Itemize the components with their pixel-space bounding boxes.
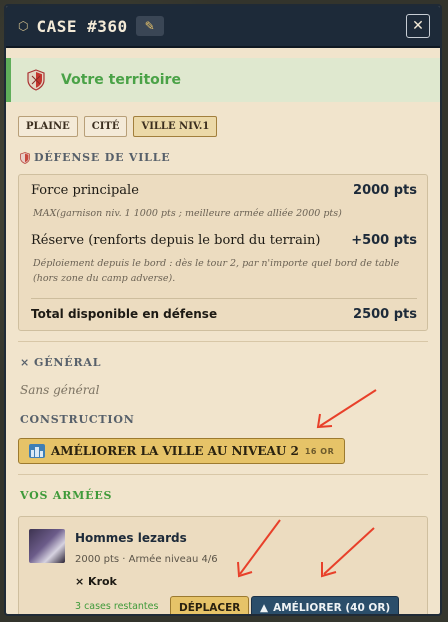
- triangle-up-icon: ▲: [260, 602, 269, 614]
- tag-plaine: PLAINE: [18, 116, 78, 137]
- reserve-label: Réserve (renforts depuis le bord du terr…: [31, 233, 321, 248]
- army-general-name: Krok: [88, 575, 117, 588]
- reserve-value: +500 pts: [351, 233, 417, 248]
- tag-cite: CITÉ: [83, 116, 128, 137]
- pencil-icon: ✎: [144, 19, 155, 33]
- close-icon: ✕: [412, 18, 424, 34]
- territory-banner: Votre territoire: [6, 58, 440, 102]
- main-force-note: MAX(garnison niv. 1 1000 pts ; meilleure…: [33, 208, 342, 219]
- shield-icon: [27, 69, 45, 91]
- upgrade-army-button[interactable]: ▲ AMÉLIORER (40 OR): [251, 596, 400, 614]
- move-army-label: DÉPLACER: [179, 602, 241, 614]
- reserve-note: Déploiement depuis le bord : dès le tour…: [33, 258, 400, 284]
- general-section-title: × GÉNÉRAL: [20, 356, 440, 369]
- main-force-value: 2000 pts: [353, 183, 417, 198]
- shield-small-icon: [20, 151, 30, 164]
- annotation-arrow: [321, 527, 375, 578]
- general-title-text: GÉNÉRAL: [34, 356, 102, 369]
- upgrade-city-cost: 16 OR: [304, 446, 335, 456]
- reserve-row: Réserve (renforts depuis le bord du terr…: [31, 233, 417, 248]
- defense-section-title: DÉFENSE DE VILLE: [20, 151, 440, 164]
- annotation-arrow: [316, 389, 377, 429]
- close-button[interactable]: ✕: [406, 14, 430, 38]
- construction-title-text: CONSTRUCTION: [20, 413, 135, 426]
- armies-section-title: VOS ARMÉES: [20, 489, 440, 502]
- total-row: Total disponible en défense 2500 pts: [31, 298, 417, 322]
- defense-box: Force principale 2000 pts MAX(garnison n…: [18, 174, 428, 331]
- army-remaining-moves: 3 cases restantes: [75, 601, 159, 612]
- total-label: Total disponible en défense: [31, 307, 218, 321]
- main-force-label: Force principale: [31, 183, 139, 198]
- upgrade-army-label: AMÉLIORER (40 OR): [273, 602, 391, 614]
- cross-icon: ×: [75, 575, 89, 588]
- army-name: Hommes lezards: [75, 531, 187, 545]
- main-force-row: Force principale 2000 pts: [31, 183, 417, 198]
- army-general: × Krok: [75, 575, 117, 588]
- case-panel: ⬡ CASE #360 ✎ ✕ Votre territoire PLAINE …: [4, 4, 442, 616]
- divider: [18, 341, 428, 342]
- annotation-arrow: [237, 519, 281, 578]
- city-icon: [29, 444, 45, 458]
- case-title: CASE #360: [36, 16, 128, 36]
- armies-title-text: VOS ARMÉES: [20, 489, 113, 502]
- upgrade-city-button[interactable]: AMÉLIORER LA VILLE AU NIVEAU 2 16 OR: [18, 438, 346, 464]
- cross-icon: ×: [20, 356, 31, 369]
- upgrade-city-label: AMÉLIORER LA VILLE AU NIVEAU 2: [51, 444, 299, 458]
- terrain-tags: PLAINE CITÉ VILLE NIV.1: [18, 116, 440, 137]
- defense-title-text: DÉFENSE DE VILLE: [34, 151, 171, 164]
- divider: [18, 474, 428, 475]
- edit-button[interactable]: ✎: [135, 16, 164, 36]
- total-value: 2500 pts: [353, 307, 417, 322]
- tag-city-level: VILLE NIV.1: [133, 116, 218, 137]
- hexagon-icon: ⬡: [18, 19, 29, 33]
- territory-label: Votre territoire: [61, 72, 181, 88]
- move-army-button[interactable]: DÉPLACER: [170, 596, 250, 614]
- army-meta: 2000 pts · Armée niveau 4/6: [75, 554, 218, 565]
- panel-header: ⬡ CASE #360 ✎ ✕: [6, 6, 440, 48]
- army-avatar: [29, 529, 65, 563]
